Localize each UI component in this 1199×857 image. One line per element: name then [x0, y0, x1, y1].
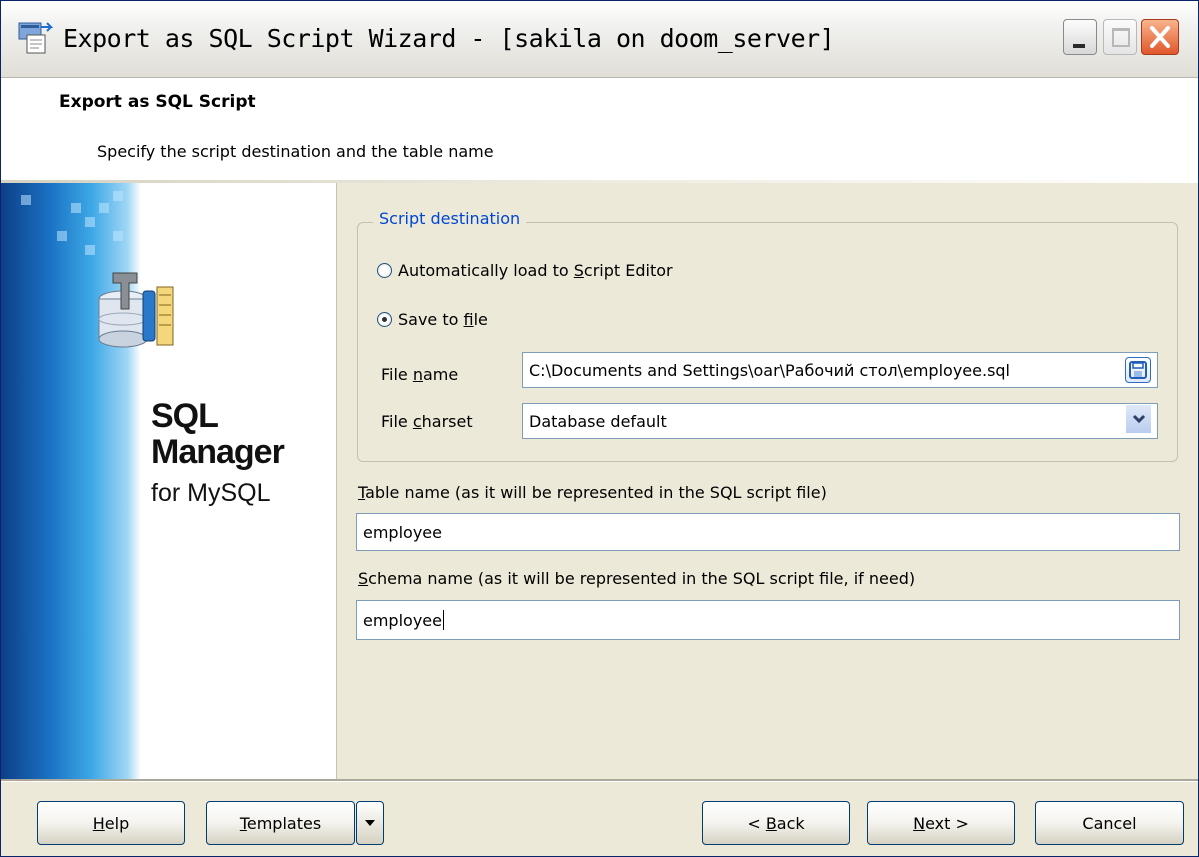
next-button[interactable]: Next >: [867, 801, 1015, 845]
banner-decor: [71, 203, 81, 213]
file-name-label: File name: [381, 365, 459, 384]
templates-dropdown-button[interactable]: [356, 801, 384, 845]
export-wizard-window: Export as SQL Script Wizard - [sakila on…: [0, 0, 1199, 857]
back-button[interactable]: < Back: [702, 801, 850, 845]
radio-button-checked[interactable]: [377, 311, 392, 327]
close-icon: [1150, 26, 1170, 48]
file-name-input[interactable]: C:\Documents and Settings\oar\Рабочий ст…: [522, 352, 1158, 388]
radio-save-to-file[interactable]: Save to file: [377, 307, 488, 331]
help-button[interactable]: Help: [37, 801, 185, 845]
triangle-down-icon: [365, 820, 375, 826]
title-bar[interactable]: Export as SQL Script Wizard - [sakila on…: [1, 1, 1198, 78]
templates-button-label: Templates: [239, 813, 322, 833]
banner-decor: [85, 245, 95, 255]
next-button-label: Next >: [913, 813, 969, 833]
database-tools-icon: [98, 272, 174, 348]
script-destination-legend: Script destination: [373, 209, 527, 228]
close-button[interactable]: [1141, 19, 1179, 55]
table-name-label: Table name (as it will be represented in…: [358, 483, 827, 502]
page-title: Export as SQL Script: [59, 92, 256, 112]
brand-sql: SQL: [151, 397, 219, 435]
schema-name-input[interactable]: employee: [356, 600, 1180, 640]
text-caret: [442, 610, 444, 630]
schema-name-label: Schema name (as it will be represented i…: [358, 569, 916, 588]
file-name-value: C:\Documents and Settings\oar\Рабочий ст…: [529, 360, 1010, 380]
save-file-button[interactable]: [1125, 357, 1151, 383]
brand-for-mysql: for MySQL: [151, 479, 271, 507]
product-banner: SQL Manager for MySQL: [1, 183, 337, 779]
cancel-button[interactable]: Cancel: [1035, 801, 1184, 845]
radio-auto-load-script-editor[interactable]: Automatically load to Script Editor: [377, 258, 673, 282]
banner-decor: [85, 217, 95, 227]
help-button-label: Help: [92, 813, 130, 833]
radio-label: Save to file: [398, 309, 488, 329]
banner-decor: [99, 203, 109, 213]
table-name-input[interactable]: employee: [356, 513, 1180, 551]
file-charset-dropdown-button[interactable]: [1125, 405, 1151, 433]
table-name-value: employee: [363, 522, 442, 542]
banner-decor: [113, 191, 123, 201]
minimize-button[interactable]: [1063, 19, 1097, 55]
maximize-button[interactable]: [1103, 19, 1137, 55]
radio-button-unchecked[interactable]: [377, 262, 392, 278]
chevron-down-icon: [1132, 414, 1146, 424]
schema-name-value: employee: [363, 610, 442, 630]
radio-label: Automatically load to Script Editor: [398, 260, 673, 280]
back-button-label: < Back: [747, 813, 805, 833]
banner-decor: [113, 231, 123, 241]
wizard-header: Export as SQL Script Specify the script …: [1, 78, 1198, 182]
save-icon: [1129, 361, 1147, 379]
window-title: Export as SQL Script Wizard - [sakila on…: [63, 24, 835, 53]
footer-divider: [1, 779, 1198, 782]
file-charset-select[interactable]: Database default: [522, 403, 1158, 439]
page-subtitle: Specify the script destination and the t…: [97, 142, 494, 161]
templates-button[interactable]: Templates: [206, 801, 355, 845]
cancel-button-label: Cancel: [1082, 813, 1137, 833]
file-charset-label: File charset: [381, 412, 473, 431]
export-app-icon: [18, 22, 53, 54]
brand-manager: Manager: [151, 433, 285, 471]
banner-decor: [21, 195, 31, 205]
banner-decor: [57, 231, 67, 241]
file-charset-value: Database default: [529, 411, 667, 431]
